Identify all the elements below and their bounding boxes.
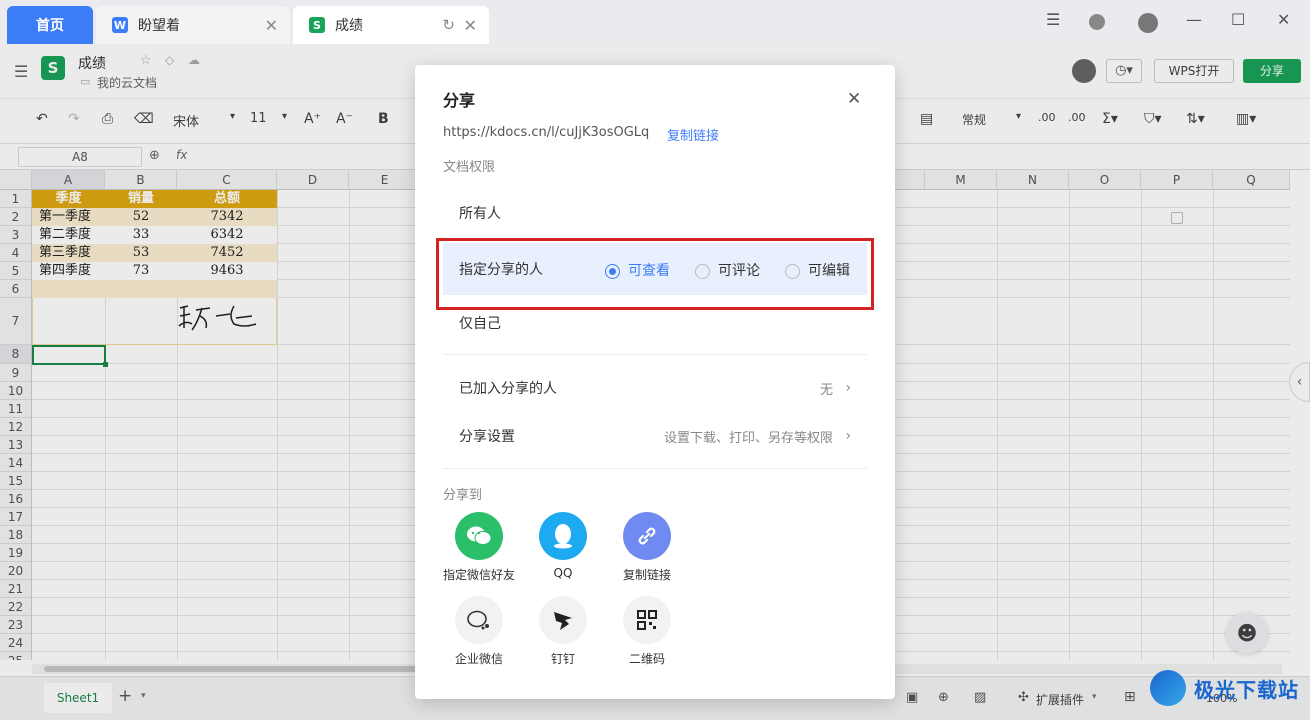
settings-row[interactable]: 分享设置 设置下载、打印、另存等权限 › (443, 410, 867, 462)
share-label: 指定微信好友 (442, 568, 515, 582)
joined-value: 无 (819, 382, 833, 398)
share-label: 复制链接 (622, 568, 671, 582)
joined-row[interactable]: 已加入分享的人 无 › (443, 362, 867, 414)
close-icon[interactable]: ✕ (847, 89, 861, 109)
divider (443, 468, 867, 469)
settings-value: 设置下载、打印、另存等权限 (663, 430, 833, 446)
settings-label: 分享设置 (459, 429, 515, 445)
qq-icon (539, 512, 587, 560)
share-dialog: 分享 ✕ https://kdocs.cn/l/cuJjK3osOGLq 复制链… (415, 65, 895, 699)
close-icon[interactable]: ✕ (464, 16, 477, 35)
close-icon[interactable]: ✕ (265, 16, 278, 35)
chevron-right-icon: › (845, 428, 851, 444)
permission-label: 文档权限 (443, 160, 496, 175)
dingtalk-icon (539, 596, 587, 644)
share-copy-link[interactable]: 复制链接 (607, 512, 687, 583)
tab-doc-1[interactable]: W 盼望着 ✕ (96, 6, 290, 44)
copy-link-button[interactable]: 复制链接 (667, 125, 719, 144)
share-dingtalk[interactable]: 钉钉 (523, 596, 603, 667)
tab-doc-2[interactable]: S 成绩 ↻ ✕ (293, 6, 489, 44)
message-icon[interactable] (1089, 14, 1105, 30)
qrcode-icon (623, 596, 671, 644)
share-label: QQ (553, 566, 573, 580)
divider (443, 354, 867, 355)
menu-icon[interactable]: ☰ (1046, 10, 1060, 29)
close-window-icon[interactable]: ✕ (1277, 10, 1290, 29)
share-to-label: 分享到 (443, 488, 483, 503)
option-label: 仅自己 (459, 316, 501, 332)
chevron-right-icon: › (845, 380, 851, 396)
dialog-title: 分享 (443, 91, 476, 110)
share-label: 二维码 (628, 652, 665, 666)
share-wechat-friend[interactable]: 指定微信好友 (439, 512, 519, 583)
joined-label: 已加入分享的人 (459, 381, 557, 397)
share-wecom[interactable]: 企业微信 (439, 596, 519, 667)
share-qq[interactable]: QQ (523, 512, 603, 580)
refresh-icon[interactable]: ↻ (442, 16, 455, 34)
minimize-icon[interactable]: — (1186, 10, 1202, 29)
tab-bar: 首页 W 盼望着 ✕ S 成绩 ↻ ✕ ☰ — ☐ ✕ (0, 0, 1310, 44)
wechat-icon (455, 512, 503, 560)
maximize-icon[interactable]: ☐ (1231, 10, 1245, 29)
avatar[interactable] (1138, 13, 1158, 33)
share-label: 钉钉 (550, 652, 575, 666)
share-label: 企业微信 (454, 652, 503, 666)
option-everyone[interactable]: 所有人 (443, 187, 867, 239)
option-label: 所有人 (459, 206, 501, 222)
share-qrcode[interactable]: 二维码 (607, 596, 687, 667)
share-link[interactable]: https://kdocs.cn/l/cuJjK3osOGLq (443, 125, 649, 140)
tab-home[interactable]: 首页 (7, 6, 93, 44)
sheet-icon: S (309, 17, 325, 33)
link-icon (623, 512, 671, 560)
tab-label: 盼望着 (138, 18, 180, 34)
wecom-icon (455, 596, 503, 644)
highlight-box (436, 238, 874, 310)
writer-icon: W (112, 17, 128, 33)
tab-label: 成绩 (335, 18, 363, 34)
